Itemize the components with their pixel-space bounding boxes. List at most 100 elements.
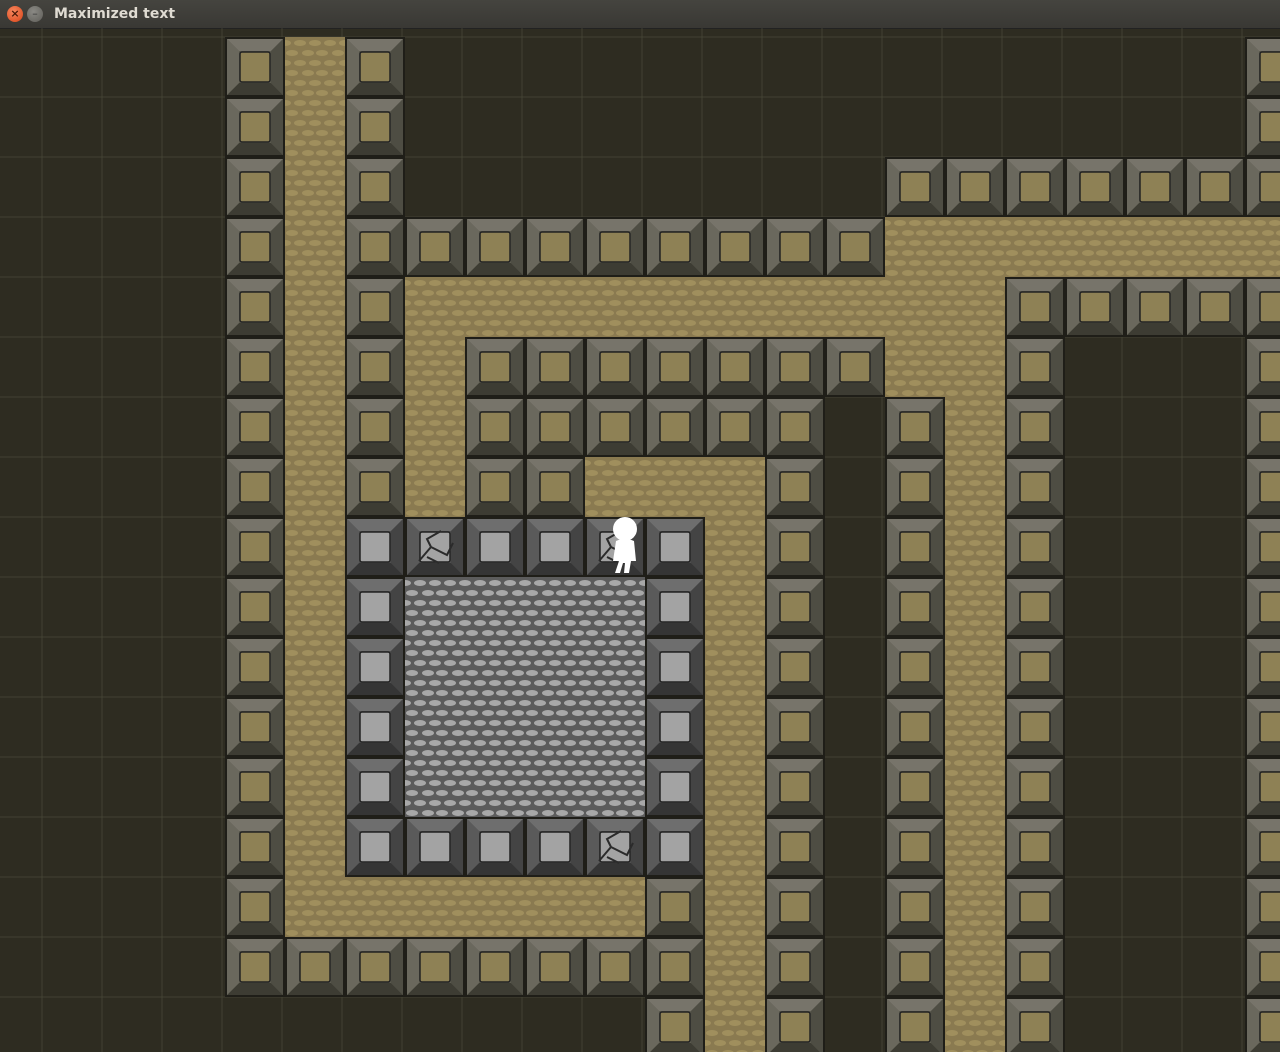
gray-floor-tile	[585, 577, 645, 637]
brown-block	[1005, 997, 1065, 1052]
brown-block	[885, 757, 945, 817]
brown-block	[1245, 517, 1280, 577]
brown-block	[1185, 277, 1245, 337]
brown-floor-tile	[705, 637, 765, 697]
brown-block	[765, 217, 825, 277]
close-window-button[interactable]: ×	[7, 6, 23, 22]
brown-floor-tile	[525, 877, 585, 937]
minimize-window-button[interactable]: –	[27, 6, 43, 22]
brown-floor-tile	[525, 277, 585, 337]
gray-block	[645, 577, 705, 637]
gray-floor-tile	[405, 637, 465, 697]
brown-block	[765, 517, 825, 577]
brown-block	[285, 937, 345, 997]
brown-block	[1005, 877, 1065, 937]
brown-block	[765, 757, 825, 817]
brown-block	[1185, 157, 1245, 217]
gray-floor-tile	[585, 757, 645, 817]
brown-floor-tile	[285, 757, 345, 817]
brown-floor-tile	[945, 697, 1005, 757]
brown-block	[525, 337, 585, 397]
brown-floor-tile	[1245, 217, 1280, 277]
brown-floor-tile	[285, 37, 345, 97]
brown-block	[345, 337, 405, 397]
brown-block	[525, 397, 585, 457]
gray-block	[345, 757, 405, 817]
gray-floor-tile	[465, 757, 525, 817]
brown-block	[885, 817, 945, 877]
brown-block	[345, 937, 405, 997]
brown-floor-tile	[885, 217, 945, 277]
gray-cracked-block	[585, 817, 645, 877]
brown-block	[345, 457, 405, 517]
brown-floor-tile	[585, 277, 645, 337]
brown-block	[1005, 277, 1065, 337]
brown-block	[1005, 517, 1065, 577]
brown-block	[225, 37, 285, 97]
brown-floor-tile	[405, 457, 465, 517]
brown-floor-tile	[285, 157, 345, 217]
brown-floor-tile	[705, 517, 765, 577]
brown-block	[1245, 97, 1280, 157]
gray-floor-tile	[465, 637, 525, 697]
gray-cracked-block	[405, 517, 465, 577]
brown-floor-tile	[705, 577, 765, 637]
brown-block	[465, 397, 525, 457]
brown-floor-tile	[285, 817, 345, 877]
brown-block	[705, 337, 765, 397]
brown-block	[885, 937, 945, 997]
gray-block	[345, 697, 405, 757]
gray-block	[645, 517, 705, 577]
brown-block	[885, 157, 945, 217]
brown-block	[225, 397, 285, 457]
gray-block	[345, 577, 405, 637]
gray-block	[525, 817, 585, 877]
brown-block	[705, 217, 765, 277]
brown-block	[225, 757, 285, 817]
brown-block	[765, 637, 825, 697]
brown-floor-tile	[285, 577, 345, 637]
brown-floor-tile	[945, 217, 1005, 277]
gray-floor-tile	[405, 757, 465, 817]
brown-floor-tile	[285, 397, 345, 457]
window-title: Maximized text	[54, 6, 176, 22]
brown-block	[765, 577, 825, 637]
brown-floor-tile	[825, 277, 885, 337]
brown-floor-tile	[1125, 217, 1185, 277]
brown-block	[525, 457, 585, 517]
brown-block	[465, 217, 525, 277]
brown-block	[645, 337, 705, 397]
brown-block	[1005, 397, 1065, 457]
brown-block	[1245, 337, 1280, 397]
brown-block	[825, 217, 885, 277]
brown-block	[765, 997, 825, 1052]
gray-block	[405, 817, 465, 877]
brown-block	[1065, 277, 1125, 337]
brown-block	[1005, 157, 1065, 217]
brown-floor-tile	[1005, 217, 1065, 277]
brown-floor-tile	[285, 97, 345, 157]
brown-block	[885, 637, 945, 697]
gray-floor-tile	[585, 697, 645, 757]
brown-block	[225, 877, 285, 937]
gray-block	[645, 637, 705, 697]
brown-floor-tile	[705, 457, 765, 517]
gray-floor-tile	[525, 637, 585, 697]
brown-block	[585, 217, 645, 277]
brown-floor-tile	[765, 277, 825, 337]
brown-floor-tile	[705, 697, 765, 757]
brown-block	[225, 337, 285, 397]
brown-floor-tile	[945, 517, 1005, 577]
brown-block	[765, 937, 825, 997]
gray-floor-tile	[525, 577, 585, 637]
brown-block	[1245, 277, 1280, 337]
brown-block	[645, 997, 705, 1052]
brown-block	[1245, 817, 1280, 877]
gray-block	[525, 517, 585, 577]
brown-block	[885, 577, 945, 637]
game-viewport[interactable]	[0, 28, 1280, 1052]
brown-block	[465, 337, 525, 397]
brown-block	[645, 397, 705, 457]
brown-floor-tile	[585, 457, 645, 517]
brown-block	[345, 397, 405, 457]
